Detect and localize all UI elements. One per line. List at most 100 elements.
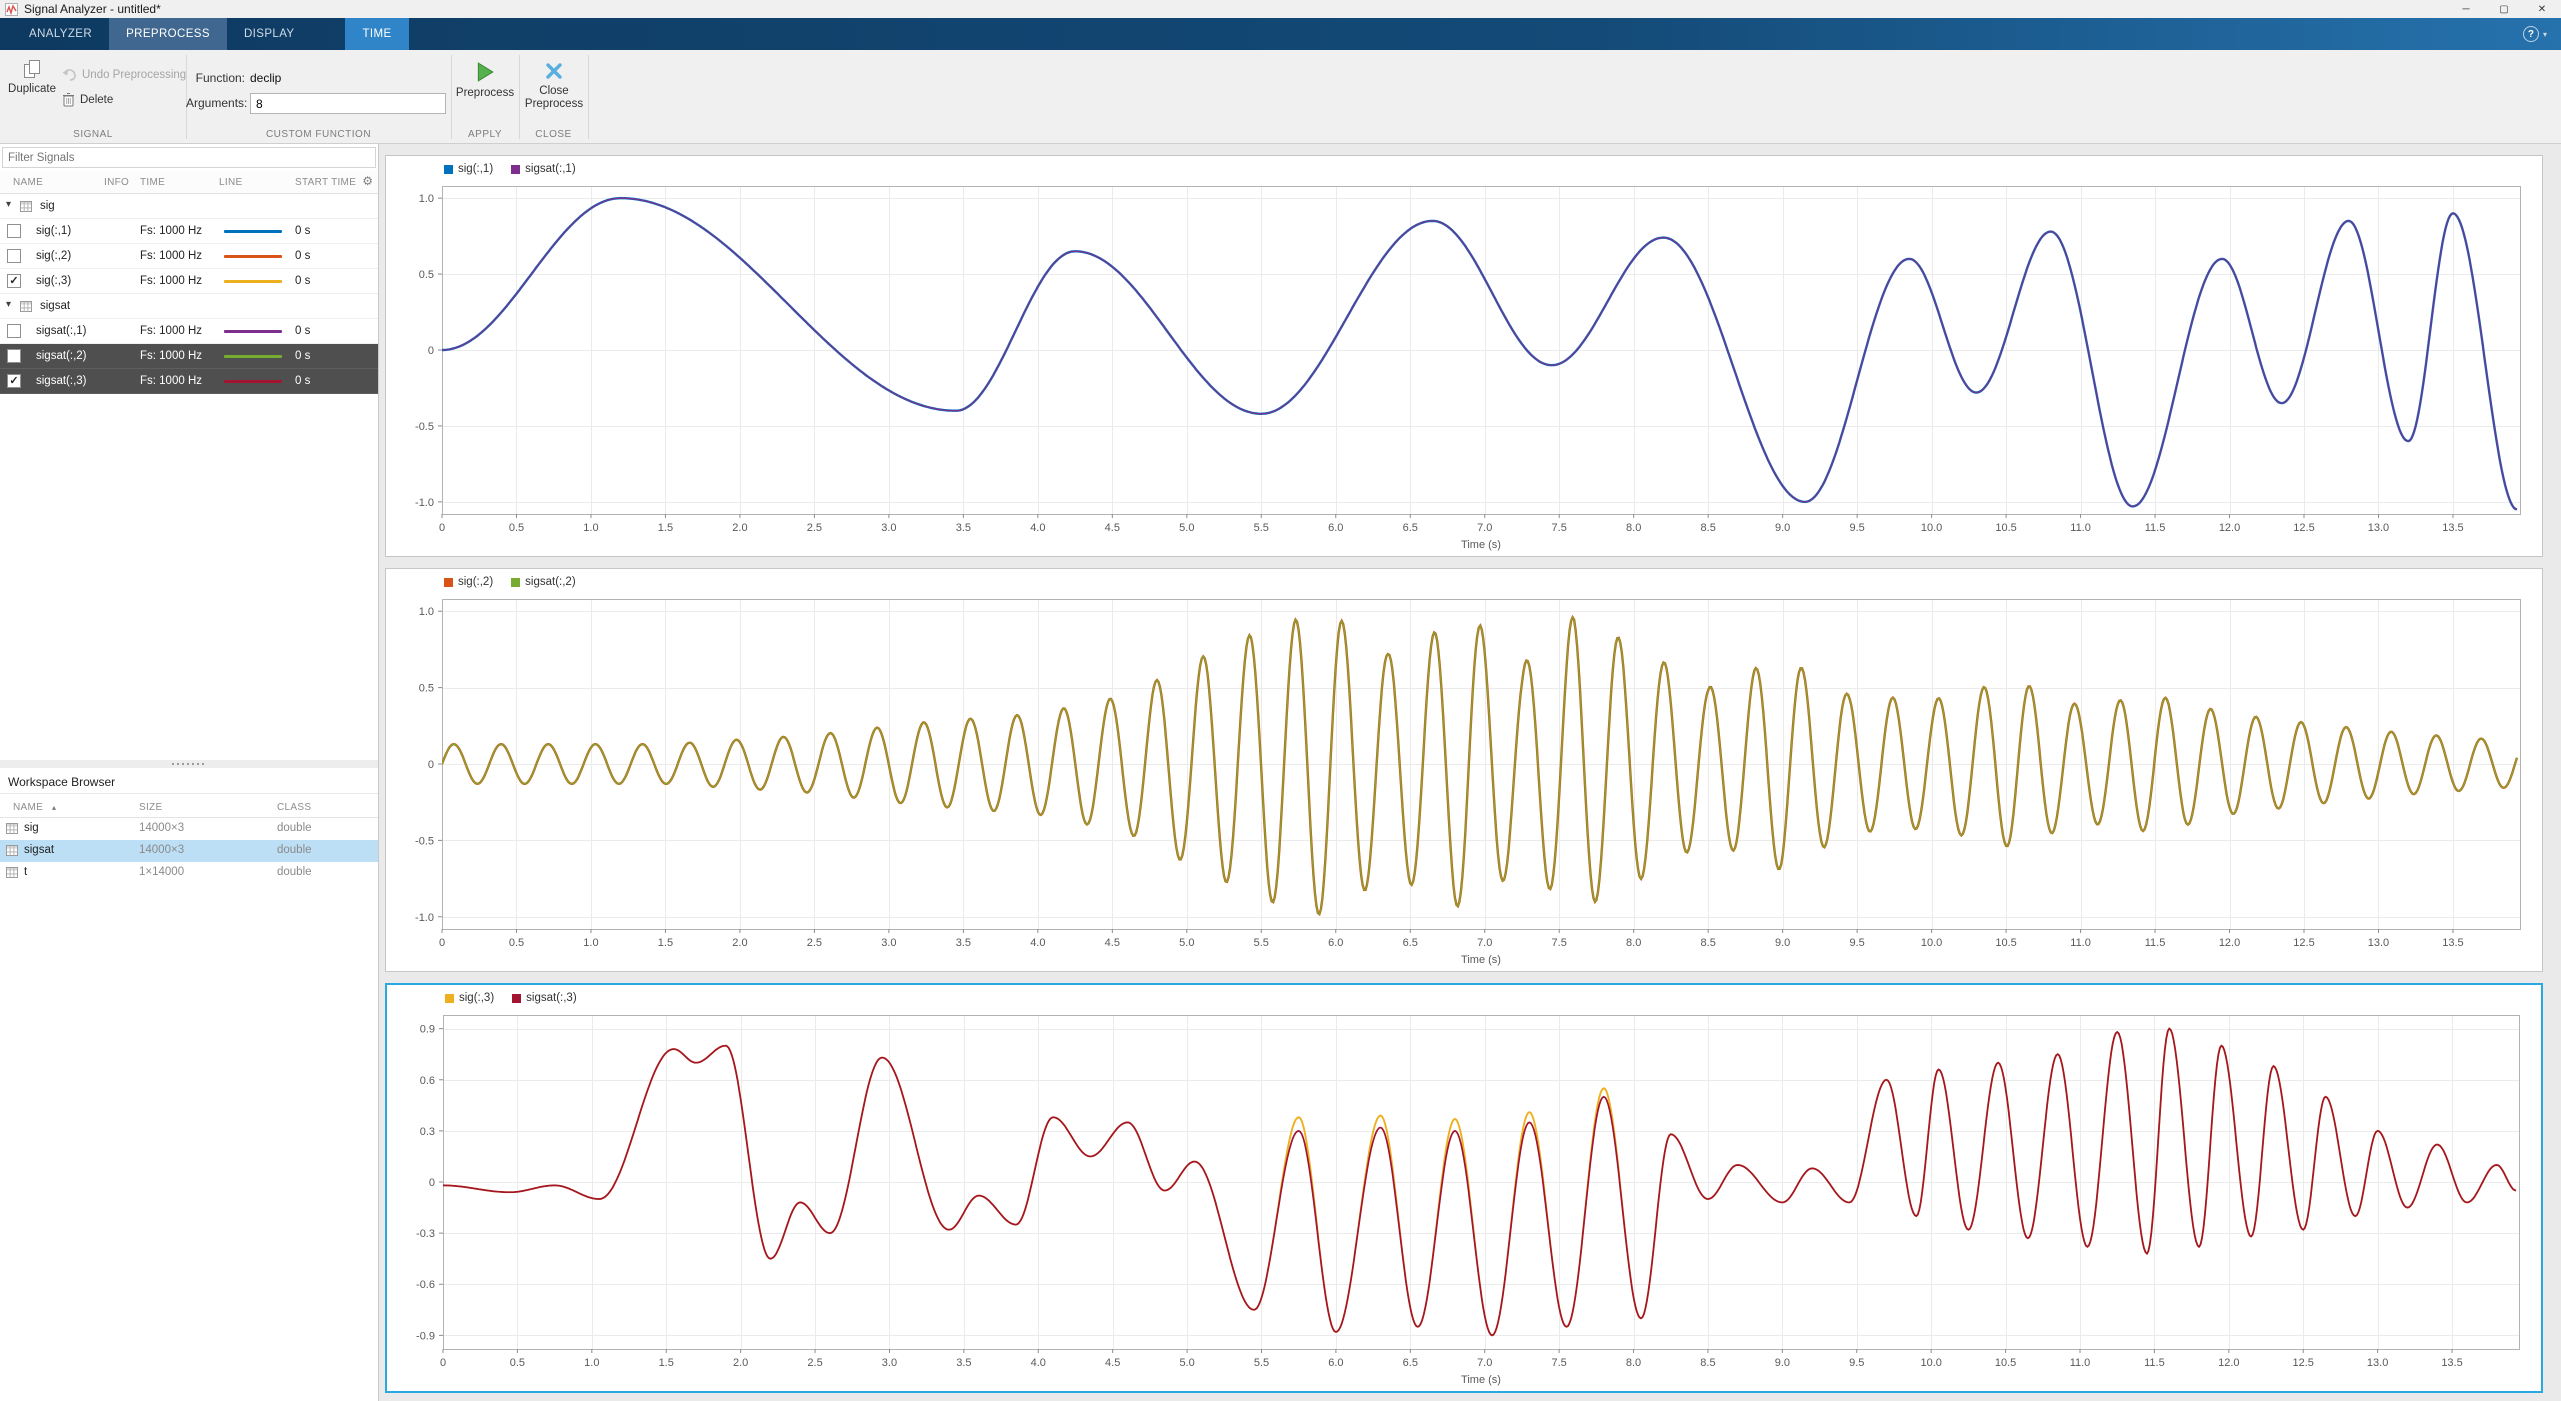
help-icon: ?	[2523, 26, 2539, 42]
signal-checkbox[interactable]	[7, 324, 21, 338]
plot-canvas-2[interactable]: 00.51.01.52.02.53.03.54.04.55.05.56.06.5…	[386, 595, 2542, 971]
x-tick-label: 3.0	[881, 937, 896, 949]
ribbon-separator	[588, 55, 589, 139]
x-tick-label: 6.0	[1328, 1357, 1343, 1369]
signal-sample-rate: Fs: 1000 Hz	[140, 225, 202, 237]
signal-row[interactable]: sigsat(:,1)Fs: 1000 Hz0 s	[0, 319, 378, 344]
signal-start-time: 0 s	[295, 225, 310, 237]
signal-checkbox[interactable]	[7, 224, 21, 238]
function-value[interactable]: declip	[250, 71, 281, 85]
arguments-input[interactable]	[250, 93, 446, 114]
x-tick-label: 13.0	[2367, 1357, 2388, 1369]
y-tick-label: -0.5	[415, 835, 434, 847]
x-tick-label: 7.5	[1551, 1357, 1566, 1369]
close-button[interactable]: ✕	[2523, 0, 2561, 18]
workspace-row[interactable]: sig14000×3double	[0, 818, 378, 840]
signal-start-time: 0 s	[295, 250, 310, 262]
signal-line-swatch	[224, 255, 282, 258]
x-tick-label: 2.5	[807, 937, 822, 949]
signal-checkbox[interactable]	[7, 349, 21, 363]
chevron-down-icon: ▾	[2543, 30, 2547, 39]
ws-column-size[interactable]: SIZE	[139, 802, 162, 813]
maximize-button[interactable]: ▢	[2485, 0, 2523, 18]
workspace-table-body: sig14000×3doublesigsat14000×3doublet1×14…	[0, 818, 378, 884]
signal-row[interactable]: sig(:,1)Fs: 1000 Hz0 s	[0, 219, 378, 244]
x-tick-label: 11.5	[2145, 937, 2166, 949]
signal-row[interactable]: ✓sig(:,3)Fs: 1000 Hz0 s	[0, 269, 378, 294]
legend-swatch	[511, 578, 520, 587]
tab-preprocess[interactable]: PREPROCESS	[109, 18, 227, 50]
x-tick-label: 10.0	[1920, 1357, 1941, 1369]
ribbon-separator	[519, 55, 520, 139]
signal-sample-rate: Fs: 1000 Hz	[140, 325, 202, 337]
matrix-icon	[6, 867, 18, 878]
undo-icon	[62, 68, 77, 81]
ribbon: Duplicate Undo Preprocessing Delete SIGN…	[0, 50, 2561, 144]
gear-icon[interactable]: ⚙	[362, 174, 373, 188]
plot-panel-1[interactable]: sig(:,1)sigsat(:,1)00.51.01.52.02.53.03.…	[385, 155, 2543, 557]
undo-preprocessing-button[interactable]: Undo Preprocessing	[62, 68, 186, 81]
help-button[interactable]: ? ▾	[2523, 26, 2547, 42]
signal-row[interactable]: sigsat(:,2)Fs: 1000 Hz0 s	[0, 344, 378, 369]
ws-column-class[interactable]: CLASS	[277, 802, 311, 813]
minimize-button[interactable]: ─	[2447, 0, 2485, 18]
preprocess-button[interactable]: Preprocess	[455, 61, 515, 99]
signal-row[interactable]: sig(:,2)Fs: 1000 Hz0 s	[0, 244, 378, 269]
plot-canvas-1[interactable]: 00.51.01.52.02.53.03.54.04.55.05.56.06.5…	[386, 182, 2542, 556]
signal-group-row[interactable]: ▾sigsat	[0, 294, 378, 319]
tab-time[interactable]: TIME	[345, 18, 408, 50]
titlebar: Signal Analyzer - untitled* ─ ▢ ✕	[0, 0, 2561, 18]
panel-splitter[interactable]	[0, 760, 378, 768]
x-tick-label: 6.0	[1328, 522, 1343, 534]
workspace-row[interactable]: t1×14000double	[0, 862, 378, 884]
x-tick-label: 0.5	[509, 522, 524, 534]
sort-ascending-icon: ▴	[52, 803, 56, 812]
legend-item: sig(:,1)	[444, 163, 493, 175]
x-tick-label: 4.0	[1030, 522, 1045, 534]
y-tick-label: 0.3	[420, 1126, 435, 1138]
expander-icon[interactable]: ▾	[6, 299, 11, 310]
plot-panel-3[interactable]: sig(:,3)sigsat(:,3)00.51.01.52.02.53.03.…	[385, 983, 2543, 1393]
legend-label: sigsat(:,3)	[526, 992, 577, 1004]
filter-signals-input[interactable]	[2, 147, 376, 168]
delete-button[interactable]: Delete	[62, 92, 113, 107]
y-tick-label: 0	[428, 345, 434, 357]
x-tick-label: 6.0	[1328, 937, 1343, 949]
x-tick-label: 11.5	[2145, 522, 2166, 534]
signal-start-time: 0 s	[295, 325, 310, 337]
x-tick-label: 1.0	[583, 937, 598, 949]
x-tick-label: 0	[439, 522, 445, 534]
signal-row[interactable]: ✓sigsat(:,3)Fs: 1000 Hz0 s	[0, 369, 378, 394]
y-tick-label: -0.6	[416, 1279, 435, 1291]
signal-checkbox[interactable]: ✓	[7, 374, 21, 388]
legend-item: sigsat(:,3)	[512, 992, 577, 1004]
expander-icon[interactable]: ▾	[6, 199, 11, 210]
y-tick-label: 1.0	[419, 193, 434, 205]
y-tick-label: 0.5	[419, 683, 434, 695]
y-tick-label: -1.0	[415, 497, 434, 509]
tab-analyzer[interactable]: ANALYZER	[12, 18, 109, 50]
tab-display[interactable]: DISPLAY	[227, 18, 312, 50]
ws-column-name[interactable]: NAME	[13, 802, 43, 813]
duplicate-button[interactable]: Duplicate	[6, 59, 58, 95]
signal-start-time: 0 s	[295, 275, 310, 287]
signal-group-row[interactable]: ▾sig	[0, 194, 378, 219]
preprocess-label: Preprocess	[456, 87, 514, 99]
signal-checkbox[interactable]: ✓	[7, 274, 21, 288]
workspace-row[interactable]: sigsat14000×3double	[0, 840, 378, 862]
x-tick-label: 8.5	[1700, 1357, 1715, 1369]
x-tick-label: 1.5	[658, 937, 673, 949]
x-tick-label: 0	[439, 937, 445, 949]
signal-sample-rate: Fs: 1000 Hz	[140, 250, 202, 262]
y-tick-label: -0.5	[415, 421, 434, 433]
x-tick-label: 4.5	[1105, 1357, 1120, 1369]
x-tick-label: 3.5	[956, 522, 971, 534]
close-preprocess-button[interactable]: Close Preprocess	[523, 61, 585, 111]
plot-canvas-3[interactable]: 00.51.01.52.02.53.03.54.04.55.05.56.06.5…	[387, 1011, 2541, 1391]
plot-panel-2[interactable]: sig(:,2)sigsat(:,2)00.51.01.52.02.53.03.…	[385, 568, 2543, 972]
x-tick-label: 2.0	[732, 937, 747, 949]
signal-sample-rate: Fs: 1000 Hz	[140, 375, 202, 387]
signal-checkbox[interactable]	[7, 249, 21, 263]
variable-name: sig	[24, 822, 39, 834]
section-label-apply: APPLY	[451, 129, 519, 140]
